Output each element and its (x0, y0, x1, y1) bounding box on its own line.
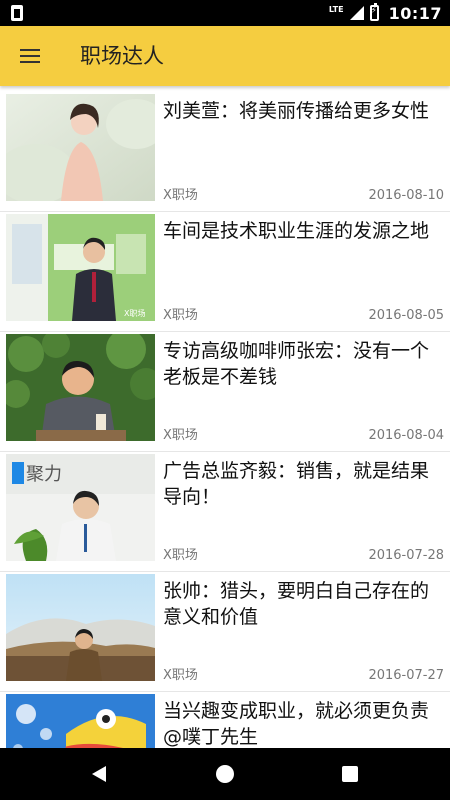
article-item[interactable]: 当兴趣变成职业，就必须更负责 @噗丁先生 (0, 692, 450, 748)
article-item[interactable]: X职场 车间是技术职业生涯的发源之地 X职场 2016-08-05 (0, 212, 450, 332)
article-thumbnail-headhunter-outdoor (6, 574, 155, 681)
home-icon[interactable] (213, 762, 237, 786)
clock: 10:17 (388, 3, 442, 23)
article-thumbnail-woman-portrait (6, 94, 155, 201)
article-title: 车间是技术职业生涯的发源之地 (163, 220, 430, 242)
thumbnail-logo: 聚力 (26, 464, 62, 485)
article-date: 2016-07-27 (368, 668, 444, 683)
article-thumbnail-man-in-workshop: X职场 (6, 214, 155, 321)
article-title: 刘美萱：将美丽传播给更多女性 (163, 100, 430, 122)
page-title: 职场达人 (80, 44, 164, 68)
article-date: 2016-08-05 (368, 308, 444, 323)
article-source: X职场 (163, 668, 198, 683)
back-icon[interactable] (88, 762, 112, 786)
article-item[interactable]: 张帅：猎头，要明白自己存在的意义和价值 X职场 2016-07-27 (0, 572, 450, 692)
article-date: 2016-07-28 (368, 548, 444, 563)
app-toolbar: 职场达人 (0, 26, 450, 86)
article-title: 当兴趣变成职业，就必须更负责 @噗丁先生 (163, 700, 430, 748)
network-type-label: LTE (328, 4, 344, 14)
article-date: 2016-08-10 (368, 188, 444, 203)
recent-apps-icon[interactable] (338, 762, 362, 786)
article-date: 2016-08-04 (368, 428, 444, 443)
article-source: X职场 (163, 188, 198, 203)
article-title: 专访高级咖啡师张宏：没有一个老板是不差钱 (163, 340, 430, 388)
article-source: X职场 (163, 548, 198, 563)
article-item[interactable]: 刘美萱：将美丽传播给更多女性 X职场 2016-08-10 (0, 92, 450, 212)
article-thumbnail-cartoon-illustration (6, 694, 155, 748)
battery-charging-icon (369, 3, 379, 21)
sim-card-icon (11, 5, 23, 21)
status-indicators: LTE 10:17 (329, 0, 442, 26)
signal-icon (349, 6, 364, 20)
article-list[interactable]: 刘美萱：将美丽传播给更多女性 X职场 2016-08-10 X职场 车间是技术职… (0, 92, 450, 748)
status-bar: LTE 10:17 (0, 0, 450, 26)
thumbnail-logo: X职场 (124, 309, 145, 318)
article-source: X职场 (163, 308, 198, 323)
article-title: 张帅：猎头，要明白自己存在的意义和价值 (163, 580, 430, 628)
navigation-bar (0, 748, 450, 800)
article-source: X职场 (163, 428, 198, 443)
article-thumbnail-barista (6, 334, 155, 441)
article-item[interactable]: 聚力 广告总监齐毅：销售，就是结果导向！ X职场 2016-07-28 (0, 452, 450, 572)
menu-icon[interactable] (16, 42, 44, 70)
article-thumbnail-ad-director: 聚力 (6, 454, 155, 561)
article-item[interactable]: 专访高级咖啡师张宏：没有一个老板是不差钱 X职场 2016-08-04 (0, 332, 450, 452)
article-title: 广告总监齐毅：销售，就是结果导向！ (163, 460, 430, 508)
